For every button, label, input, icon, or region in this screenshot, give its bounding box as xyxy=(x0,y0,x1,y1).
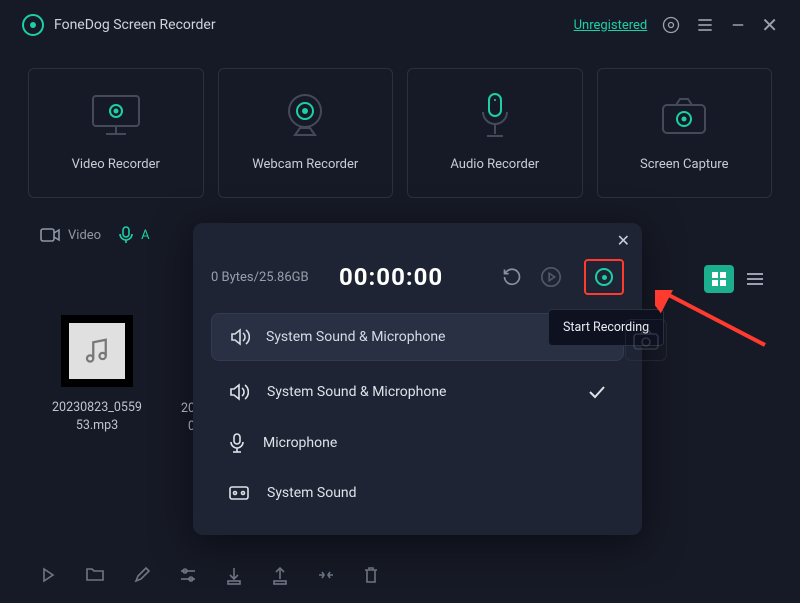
compress-icon[interactable] xyxy=(318,567,334,585)
storage-status: 0 Bytes/25.86GB xyxy=(211,270,321,285)
start-recording-button[interactable] xyxy=(584,259,624,295)
tab-audio-label: A xyxy=(141,228,149,243)
edit-icon[interactable] xyxy=(134,567,150,585)
audio-source-dropdown: System Sound & Microphone Microphone Sys… xyxy=(211,367,624,517)
unregistered-link[interactable]: Unregistered xyxy=(574,18,648,33)
mode-webcam-recorder[interactable]: Webcam Recorder xyxy=(218,68,394,198)
option-system-sound[interactable]: System Sound xyxy=(211,469,624,517)
mode-capture-label: Screen Capture xyxy=(640,157,728,172)
file-item[interactable]: 20230823_0559 53.mp3 xyxy=(42,315,152,434)
audio-source-selected: System Sound & Microphone xyxy=(266,329,445,345)
reset-icon[interactable] xyxy=(502,267,522,287)
check-icon xyxy=(588,385,606,399)
file-name-label: 20230823_0559 53.mp3 xyxy=(42,399,152,434)
panel-close-icon[interactable]: ✕ xyxy=(617,231,630,250)
view-list-button[interactable] xyxy=(740,265,770,293)
microphone-icon xyxy=(475,95,515,137)
record-icon xyxy=(595,268,613,286)
share-icon[interactable] xyxy=(272,567,288,585)
annotation-red-arrow xyxy=(655,290,775,355)
mode-video-label: Video Recorder xyxy=(72,157,160,172)
play-icon[interactable] xyxy=(40,567,56,585)
minimize-icon[interactable] xyxy=(729,16,747,34)
download-icon[interactable] xyxy=(226,567,242,585)
mode-video-recorder[interactable]: Video Recorder xyxy=(28,68,204,198)
option-system-label: System Sound xyxy=(267,485,357,501)
recording-panel: ✕ 0 Bytes/25.86GB 00:00:00 Start Recordi… xyxy=(193,223,642,535)
file-thumbnail xyxy=(61,315,133,387)
option-microphone[interactable]: Microphone xyxy=(211,417,624,469)
tab-audio[interactable]: A xyxy=(119,226,149,244)
trash-icon[interactable] xyxy=(364,567,378,585)
option-mic-label: Microphone xyxy=(263,435,337,451)
mode-audio-label: Audio Recorder xyxy=(450,157,539,172)
tab-video-label: Video xyxy=(68,228,101,243)
view-grid-button[interactable] xyxy=(704,265,734,293)
tab-video[interactable]: Video xyxy=(40,228,101,243)
mode-webcam-label: Webcam Recorder xyxy=(252,157,358,172)
folder-icon[interactable] xyxy=(86,567,104,585)
app-logo-icon xyxy=(22,14,44,36)
option-both-label: System Sound & Microphone xyxy=(267,384,446,400)
play-circle-icon[interactable] xyxy=(540,266,562,288)
option-system-and-mic[interactable]: System Sound & Microphone xyxy=(211,367,624,417)
mode-screen-capture[interactable]: Screen Capture xyxy=(597,68,773,198)
webcam-toggle-button[interactable] xyxy=(625,319,667,361)
webcam-icon xyxy=(280,95,330,137)
settings-icon[interactable] xyxy=(661,15,681,35)
timer-display: 00:00:00 xyxy=(339,263,443,291)
monitor-icon xyxy=(88,95,144,137)
menu-icon[interactable] xyxy=(695,15,715,35)
sliders-icon[interactable] xyxy=(180,567,196,585)
close-icon[interactable]: ✕ xyxy=(761,15,778,35)
app-title: FoneDog Screen Recorder xyxy=(54,17,216,33)
mode-audio-recorder[interactable]: Audio Recorder xyxy=(407,68,583,198)
camera-icon xyxy=(658,95,710,137)
